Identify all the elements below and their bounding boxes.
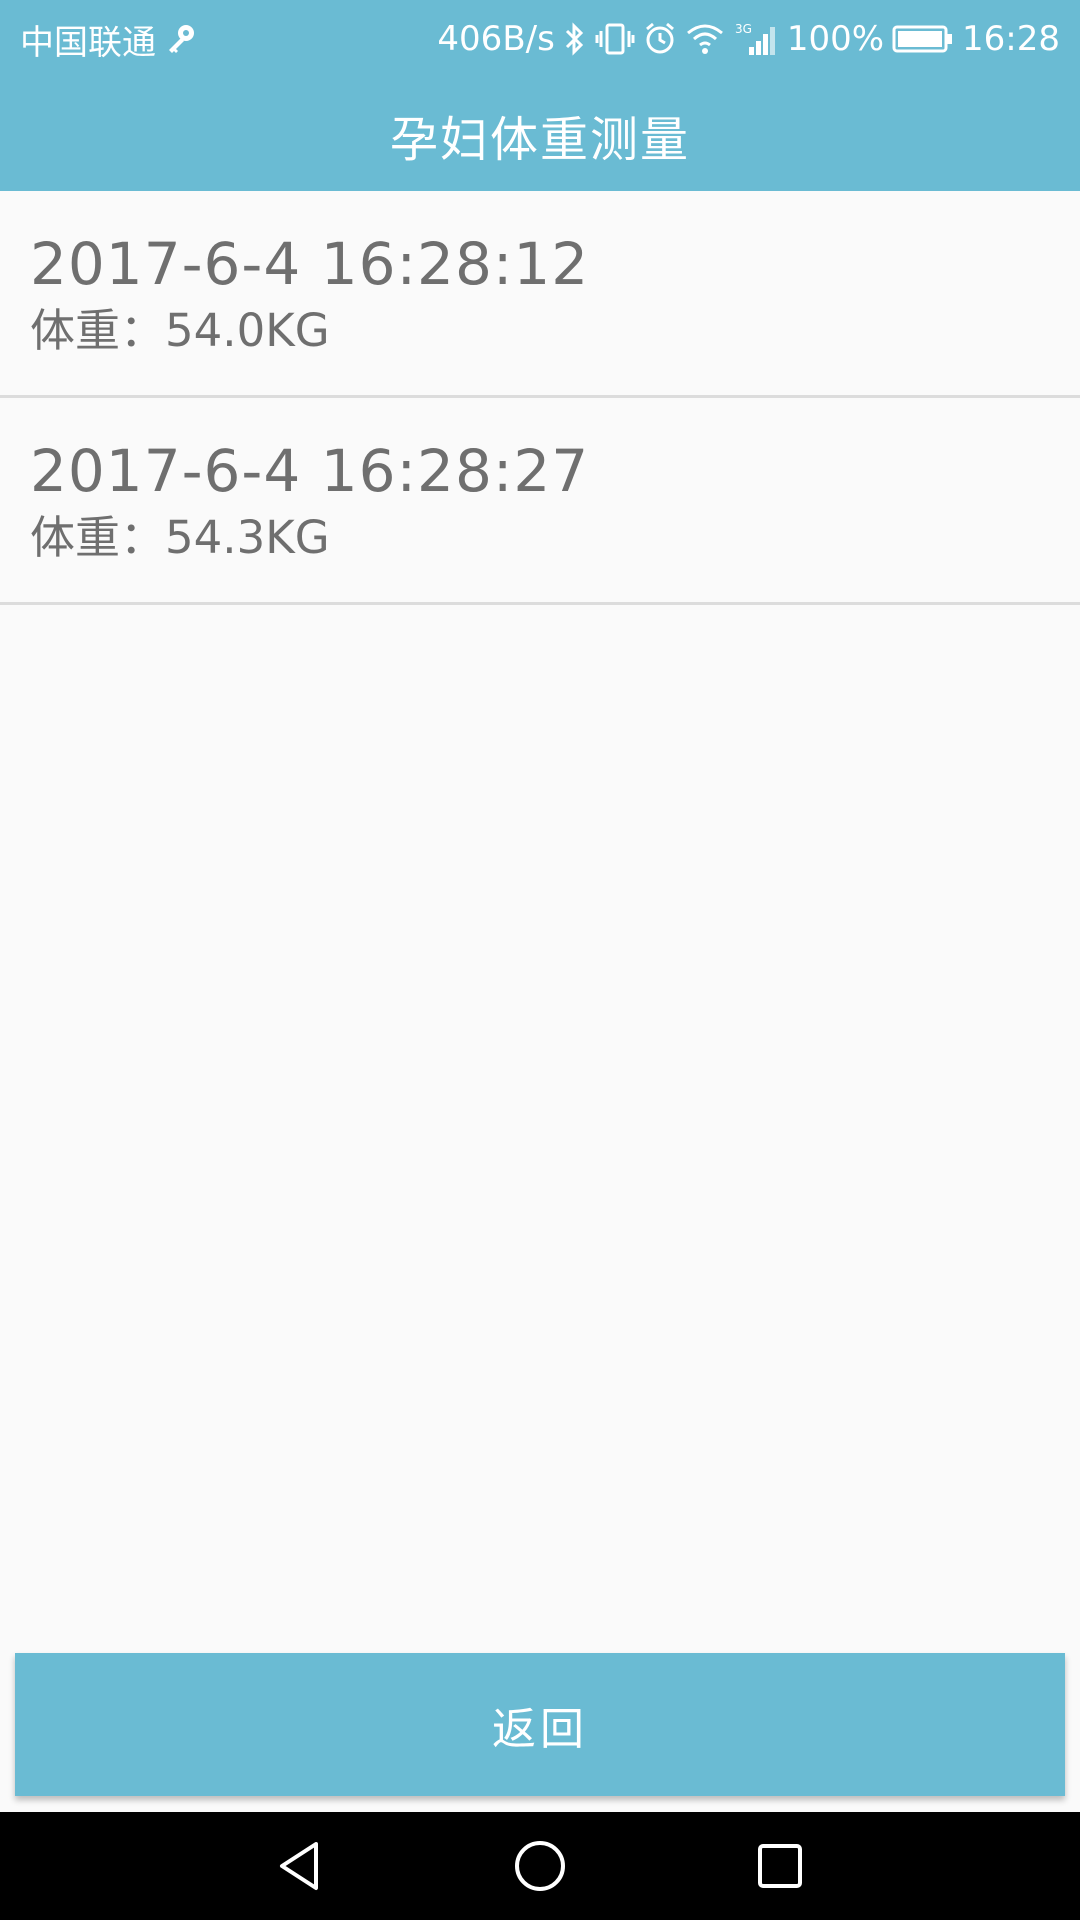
- status-bar: 中国联通 406B/s 3G 100% 16:28: [0, 0, 1080, 78]
- recents-square-icon[interactable]: [740, 1826, 820, 1906]
- bluetooth-icon: [563, 21, 587, 57]
- alarm-icon: [643, 21, 677, 57]
- net-speed: 406B/s: [437, 19, 555, 59]
- wifi-icon: [685, 21, 725, 57]
- battery-icon: [892, 21, 954, 57]
- record-weight: 体重：54.3KG: [30, 511, 330, 564]
- list-item[interactable]: 2017-6-4 16:28:12 体重：54.0KG: [0, 191, 1080, 398]
- carrier-name: 中国联通: [20, 22, 156, 63]
- battery-percent: 100%: [786, 19, 885, 59]
- signal-3g-icon: 3G: [733, 21, 779, 57]
- status-bar-left: 中国联通: [20, 15, 206, 64]
- list-item[interactable]: 2017-6-4 16:28:27 体重：54.3KG: [0, 398, 1080, 605]
- clock-time: 16:28: [962, 19, 1060, 59]
- back-button[interactable]: 返回: [15, 1653, 1065, 1796]
- record-datetime: 2017-6-4 16:28:27: [30, 437, 590, 505]
- weight-record-list: 2017-6-4 16:28:12 体重：54.0KG 2017-6-4 16:…: [0, 191, 1080, 605]
- key-icon: [164, 22, 198, 56]
- vibrate-icon: [595, 21, 635, 57]
- home-circle-icon[interactable]: [500, 1826, 580, 1906]
- system-nav-bar: [0, 1812, 1080, 1920]
- page-title: 孕妇体重测量: [389, 111, 690, 168]
- back-button-label: 返回: [492, 1703, 588, 1755]
- svg-text:3G: 3G: [735, 22, 752, 36]
- back-triangle-icon[interactable]: [260, 1826, 340, 1906]
- status-bar-right: 406B/s 3G 100% 16:28: [437, 19, 1060, 59]
- record-weight: 体重：54.0KG: [30, 304, 330, 357]
- app-header: 孕妇体重测量: [0, 78, 1080, 191]
- record-datetime: 2017-6-4 16:28:12: [30, 230, 590, 298]
